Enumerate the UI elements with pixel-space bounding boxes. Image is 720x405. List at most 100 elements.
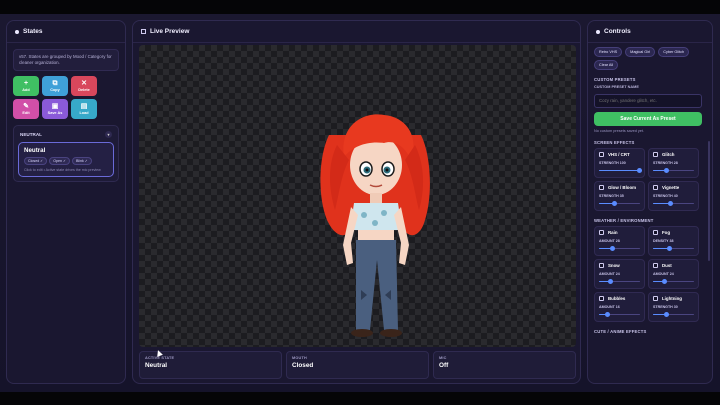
state-group-title: NEUTRAL bbox=[20, 132, 42, 137]
copy-state-label: Copy bbox=[50, 88, 60, 92]
chevron-down-icon[interactable]: ▾ bbox=[105, 131, 112, 138]
states-panel: States v57. States are grouped by Mood /… bbox=[6, 20, 126, 384]
state-group-header[interactable]: NEUTRAL ▾ bbox=[18, 130, 114, 142]
tag-open: Open ✓ bbox=[49, 157, 71, 165]
controls-scrollbar[interactable] bbox=[708, 141, 710, 261]
state-card-tags: Closed ✓ Open ✓ Blink ✓ bbox=[24, 157, 108, 165]
preset-chip-magical-girl[interactable]: Magical Girl bbox=[625, 47, 656, 57]
controls-scroll-area[interactable]: Retro VHS Magical Girl Cyber Glitch Clea… bbox=[588, 43, 708, 383]
save-as-button[interactable]: ▣ Save As bbox=[42, 99, 68, 119]
slider-knob[interactable] bbox=[609, 245, 615, 251]
effect-toggle[interactable]: Glitch bbox=[653, 151, 694, 157]
effect-toggle[interactable]: Rain bbox=[599, 229, 640, 235]
checkbox-icon[interactable] bbox=[653, 295, 658, 301]
effect-name: Lightning bbox=[662, 295, 682, 301]
slider-knob[interactable] bbox=[667, 245, 673, 251]
effect-slider[interactable] bbox=[599, 167, 642, 173]
effect-name: Vignette bbox=[662, 184, 680, 190]
checkbox-icon[interactable] bbox=[599, 295, 604, 301]
load-button[interactable]: ▤ Load bbox=[71, 99, 97, 119]
delete-state-button[interactable]: ✕ Delete bbox=[71, 76, 97, 96]
effect-slider[interactable] bbox=[599, 278, 640, 284]
effect-toggle[interactable]: Vignette bbox=[653, 184, 694, 190]
save-icon: ▣ bbox=[51, 103, 59, 110]
effect-toggle[interactable]: Dust bbox=[653, 262, 694, 268]
slider-knob[interactable] bbox=[605, 311, 611, 317]
copy-state-button[interactable]: ⧉ Copy bbox=[42, 76, 68, 96]
effect-name: Bubbles bbox=[608, 295, 626, 301]
effect-toggle[interactable]: Fog bbox=[653, 229, 694, 235]
effect-card-snow: Snow AMOUNT 24 bbox=[594, 258, 645, 289]
screen-top-bar bbox=[0, 0, 720, 14]
status-mouth: MOUTH Closed bbox=[286, 351, 429, 379]
effect-slider-label: STRENGTH 100 bbox=[599, 160, 626, 165]
screen-effects-title: SCREEN EFFECTS bbox=[594, 139, 635, 145]
plus-icon: + bbox=[23, 80, 29, 87]
checkbox-icon[interactable] bbox=[653, 184, 658, 190]
effect-toggle[interactable]: Bubbles bbox=[599, 295, 640, 301]
live-preview-canvas[interactable] bbox=[139, 45, 576, 347]
effect-card-fog: Fog DENSITY 38 bbox=[648, 225, 699, 256]
effect-slider[interactable] bbox=[653, 278, 694, 284]
preset-chip-cyber-glitch[interactable]: Cyber Glitch bbox=[658, 47, 690, 57]
avatar-character-image bbox=[320, 114, 430, 337]
effect-slider[interactable] bbox=[599, 200, 640, 206]
custom-preset-name-input[interactable] bbox=[594, 93, 702, 108]
effect-slider[interactable] bbox=[599, 245, 640, 251]
effect-toggle[interactable]: VHS / CRT bbox=[599, 151, 640, 157]
controls-panel-header: Controls bbox=[588, 21, 712, 43]
effect-name: VHS / CRT bbox=[608, 151, 630, 157]
slider-knob[interactable] bbox=[664, 311, 670, 317]
checkbox-icon[interactable] bbox=[653, 151, 658, 157]
checkbox-icon[interactable] bbox=[599, 229, 604, 235]
checkbox-icon[interactable] bbox=[653, 262, 658, 268]
status-mouth-label: MOUTH bbox=[292, 356, 307, 360]
effect-slider-label: STRENGTH 28 bbox=[653, 160, 678, 165]
slider-knob[interactable] bbox=[663, 167, 669, 173]
preview-square-icon bbox=[141, 29, 146, 34]
add-state-button[interactable]: + Add bbox=[13, 76, 39, 96]
preset-chip-clear-all[interactable]: Clear All bbox=[594, 60, 619, 70]
effect-toggle[interactable]: Lightning bbox=[653, 295, 694, 301]
delete-icon: ✕ bbox=[81, 80, 87, 87]
checkbox-icon[interactable] bbox=[599, 184, 604, 190]
states-panel-title: States bbox=[23, 28, 43, 35]
effect-slider[interactable] bbox=[653, 200, 694, 206]
preset-chips: Retro VHS Magical Girl Cyber Glitch Clea… bbox=[594, 47, 702, 70]
effect-slider[interactable] bbox=[653, 245, 694, 251]
effect-name: Glow / Bloom bbox=[608, 184, 637, 190]
edit-state-button[interactable]: ✎ Edit bbox=[13, 99, 39, 119]
slider-knob[interactable] bbox=[612, 200, 618, 206]
save-preset-button[interactable]: Save Current As Preset bbox=[594, 111, 702, 126]
states-panel-header: States bbox=[7, 21, 125, 43]
effect-slider-label: DENSITY 38 bbox=[653, 238, 674, 243]
effect-slider[interactable] bbox=[653, 167, 694, 173]
effect-slider[interactable] bbox=[599, 311, 640, 317]
checkbox-icon[interactable] bbox=[599, 151, 604, 157]
status-active-state-label: ACTIVE STATE bbox=[145, 356, 175, 360]
slider-fill bbox=[599, 169, 642, 171]
effect-name: Glitch bbox=[662, 151, 675, 157]
slider-knob[interactable] bbox=[662, 278, 668, 284]
effect-card-rain: Rain AMOUNT 28 bbox=[594, 225, 645, 256]
slider-knob[interactable] bbox=[608, 278, 614, 284]
tag-closed: Closed ✓ bbox=[24, 157, 48, 165]
effect-slider-label: AMOUNT 24 bbox=[599, 271, 620, 276]
state-card-neutral[interactable]: Neutral Closed ✓ Open ✓ Blink ✓ Click to… bbox=[18, 142, 114, 177]
checkbox-icon[interactable] bbox=[599, 262, 604, 268]
checkbox-icon[interactable] bbox=[653, 229, 658, 235]
effect-toggle[interactable]: Glow / Bloom bbox=[599, 184, 640, 190]
slider-knob[interactable] bbox=[668, 200, 674, 206]
load-label: Load bbox=[79, 111, 89, 115]
effect-card-bubbles: Bubbles AMOUNT 16 bbox=[594, 291, 645, 322]
effect-slider-label: AMOUNT 28 bbox=[599, 238, 620, 243]
slider-knob[interactable] bbox=[637, 167, 642, 173]
state-card-name: Neutral bbox=[24, 147, 46, 154]
effect-toggle[interactable]: Snow bbox=[599, 262, 640, 268]
effect-name: Fog bbox=[662, 229, 671, 235]
preview-panel: Live Preview ACTIVE STATE Neutral MOUTH … bbox=[132, 20, 581, 384]
preset-chip-retro-vhs[interactable]: Retro VHS bbox=[594, 47, 623, 57]
load-icon: ▤ bbox=[80, 103, 88, 110]
status-active-state-value: Neutral bbox=[145, 362, 168, 369]
effect-slider[interactable] bbox=[653, 311, 694, 317]
